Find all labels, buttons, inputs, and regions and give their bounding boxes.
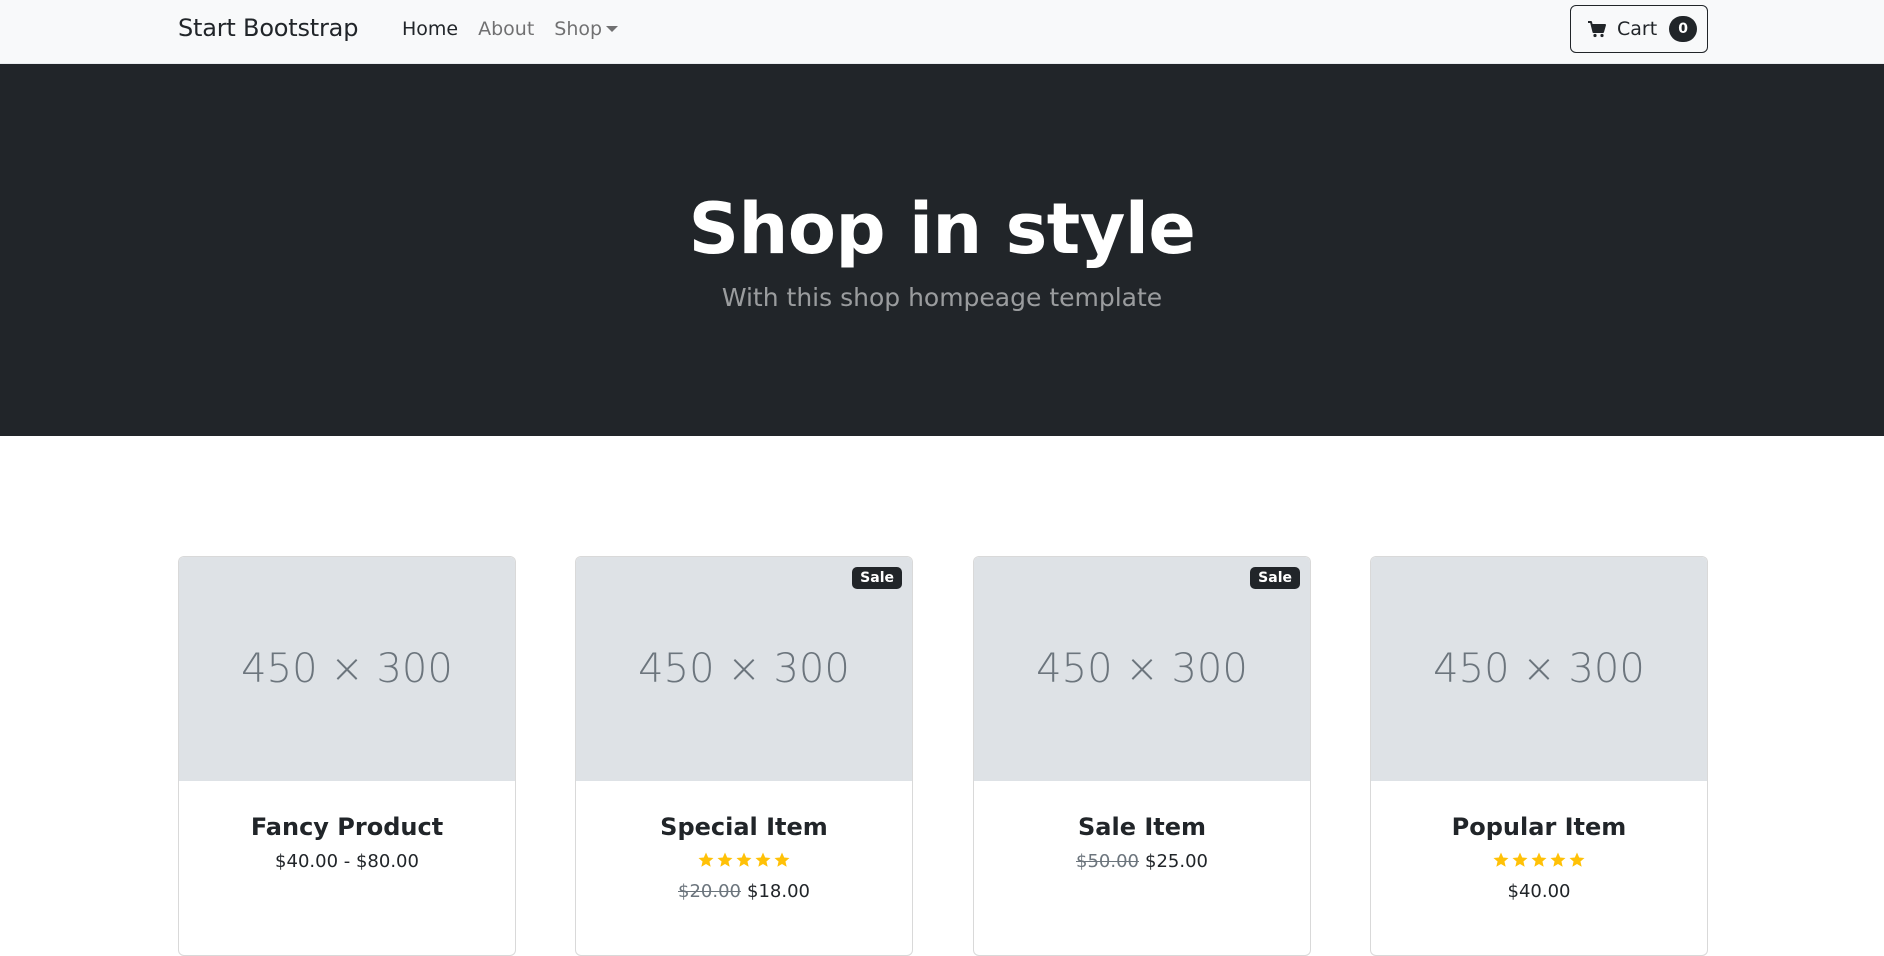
product-price: $40.00 - $80.00 xyxy=(179,851,515,872)
nav-dropdown-shop-label: Shop xyxy=(554,18,603,40)
brand-link[interactable]: Start Bootstrap xyxy=(178,14,358,42)
nav-dropdown-shop[interactable]: Shop xyxy=(554,18,619,40)
product-price-current: $40.00 xyxy=(1507,881,1571,902)
sale-badge: Sale xyxy=(1250,567,1300,589)
product-section: 450 × 300 Fancy Product $40.00 - $80.00 … xyxy=(0,436,1884,956)
cart-count-badge: 0 xyxy=(1669,16,1698,42)
nav-link-home[interactable]: Home xyxy=(402,18,458,40)
star-icon xyxy=(1493,852,1509,867)
product-price-old: $50.00 xyxy=(1076,851,1139,872)
star-icon xyxy=(736,852,752,867)
product-card-sale-item[interactable]: Sale 450 × 300 Sale Item $50.00 $25.00 xyxy=(973,556,1311,956)
product-card-body: Fancy Product $40.00 - $80.00 xyxy=(179,781,515,872)
star-icon xyxy=(1569,852,1585,867)
product-image-placeholder: 450 × 300 xyxy=(179,557,515,781)
product-name: Fancy Product xyxy=(250,813,444,841)
cart-icon xyxy=(1587,20,1607,38)
product-rating xyxy=(576,851,912,871)
product-price: $20.00 $18.00 xyxy=(576,881,912,902)
cart-label: Cart xyxy=(1617,18,1658,40)
nav-link-about[interactable]: About xyxy=(478,18,534,40)
navbar: Start Bootstrap Home About Shop Cart 0 xyxy=(0,0,1884,64)
star-icon xyxy=(1512,852,1528,867)
star-icon xyxy=(717,852,733,867)
caret-down-icon xyxy=(606,26,619,32)
product-image-placeholder: 450 × 300 xyxy=(576,557,912,781)
product-card-fancy-product[interactable]: 450 × 300 Fancy Product $40.00 - $80.00 xyxy=(178,556,516,956)
product-card-special-item[interactable]: Sale 450 × 300 Special Item $20.00 $18.00 xyxy=(575,556,913,956)
star-icon xyxy=(698,852,714,867)
cart-button[interactable]: Cart 0 xyxy=(1570,5,1708,53)
star-icon xyxy=(774,852,790,867)
product-image-placeholder: 450 × 300 xyxy=(1371,557,1707,781)
product-price-current: $18.00 xyxy=(747,881,810,902)
product-price-current: $40.00 - $80.00 xyxy=(275,851,419,872)
product-card-body: Sale Item $50.00 $25.00 xyxy=(974,781,1310,872)
hero-header: Shop in style With this shop hompeage te… xyxy=(0,64,1884,436)
product-card-popular-item[interactable]: 450 × 300 Popular Item $40.00 xyxy=(1370,556,1708,956)
hero-title: Shop in style xyxy=(688,188,1196,270)
product-card-body: Special Item $20.00 $18.00 xyxy=(576,781,912,902)
star-icon xyxy=(1550,852,1566,867)
product-rating xyxy=(1371,851,1707,871)
product-image-placeholder: 450 × 300 xyxy=(974,557,1310,781)
product-price-old: $20.00 xyxy=(678,881,741,902)
sale-badge: Sale xyxy=(852,567,902,589)
product-name: Sale Item xyxy=(1077,813,1207,841)
hero-subtitle: With this shop hompeage template xyxy=(721,283,1163,312)
star-icon xyxy=(755,852,771,867)
nav-links: Home About Shop xyxy=(402,18,619,40)
star-icon xyxy=(1531,852,1547,867)
product-name: Special Item xyxy=(660,813,828,841)
product-card-body: Popular Item $40.00 xyxy=(1371,781,1707,902)
product-price-current: $25.00 xyxy=(1145,851,1208,872)
product-price: $50.00 $25.00 xyxy=(974,851,1310,872)
product-price: $40.00 xyxy=(1371,881,1707,902)
product-name: Popular Item xyxy=(1451,813,1627,841)
